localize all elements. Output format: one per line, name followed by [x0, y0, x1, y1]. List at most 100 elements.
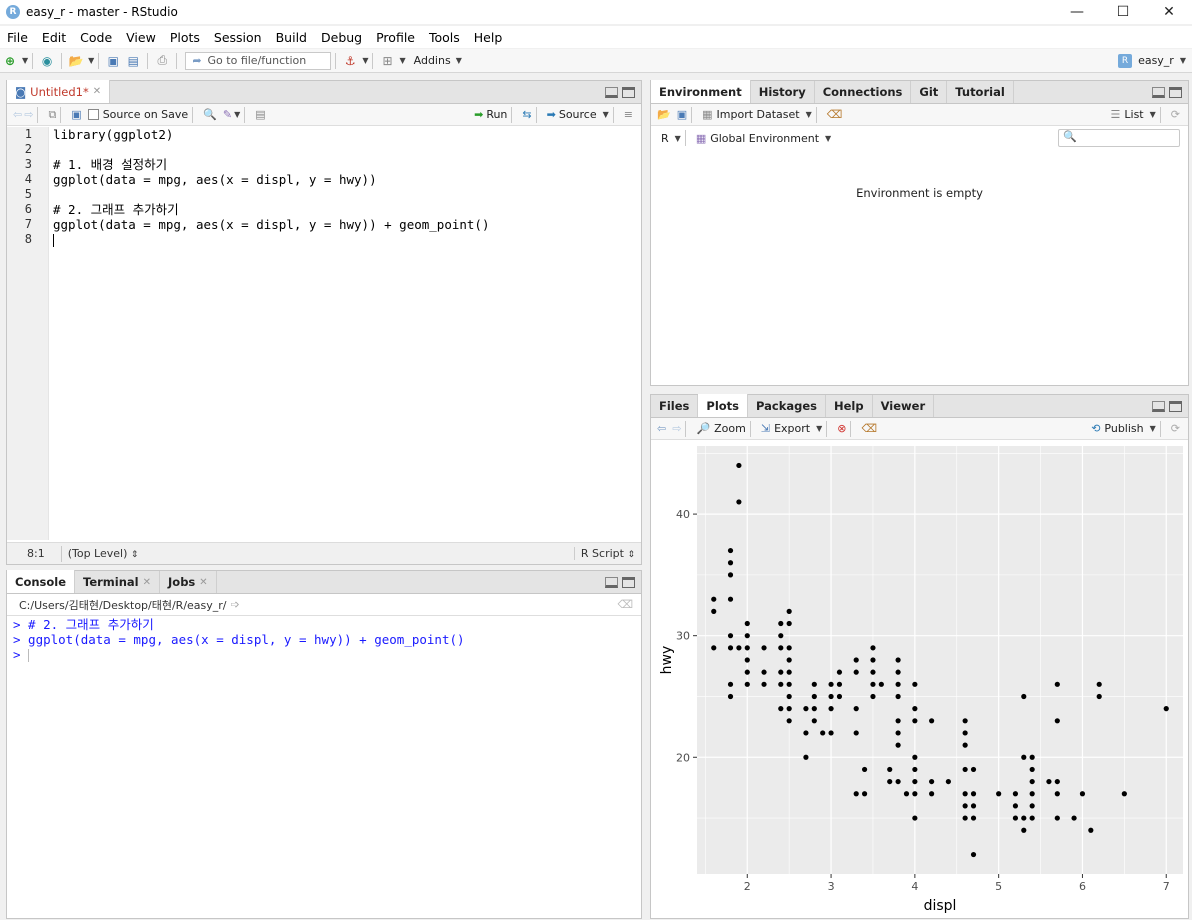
save-workspace-icon[interactable]: ▣ [677, 108, 687, 121]
rerun-icon[interactable]: ⇆ [522, 108, 531, 121]
maximize-button[interactable]: ☐ [1100, 0, 1146, 24]
console-output[interactable]: > # 2. 그래프 추가하기 > ggplot(data = mpg, aes… [13, 617, 635, 662]
tab-console[interactable]: Console [7, 570, 76, 593]
menu-help[interactable]: Help [467, 30, 510, 45]
code-line[interactable]: ggplot(data = mpg, aes(x = displ, y = hw… [51, 217, 641, 232]
menu-session[interactable]: Session [207, 30, 269, 45]
export-button[interactable]: ⇲ Export ▼ [761, 422, 822, 435]
publish-button[interactable]: ⟲ Publish ▼ [1091, 422, 1156, 435]
tab-help[interactable]: Help [826, 395, 873, 417]
tab-history[interactable]: History [751, 81, 815, 103]
save-all-icon[interactable]: ▤ [123, 52, 143, 70]
tab-packages[interactable]: Packages [748, 395, 826, 417]
forward-icon[interactable]: ⇨ [24, 108, 33, 121]
show-in-window-icon[interactable]: ⧉ [48, 108, 56, 122]
maximize-pane-icon[interactable] [1169, 87, 1182, 98]
chevron-down-icon[interactable]: ▼ [456, 56, 462, 65]
addins-button[interactable]: Addins [414, 54, 451, 67]
tab-files[interactable]: Files [651, 395, 699, 417]
menu-build[interactable]: Build [269, 30, 314, 45]
search-icon[interactable]: 🔍 [203, 108, 217, 121]
clear-console-broom-icon[interactable]: ⌫ [617, 598, 633, 611]
code-tools-wand-icon[interactable]: ✎ [223, 108, 232, 121]
language-selector[interactable]: R ▼ [657, 132, 681, 145]
menu-debug[interactable]: Debug [314, 30, 369, 45]
tab-plots[interactable]: Plots [698, 394, 749, 417]
minimize-pane-icon[interactable] [605, 577, 618, 588]
chevron-down-icon[interactable]: ▼ [88, 56, 94, 65]
global-env-selector[interactable]: ▦ Global Environment ▼ [696, 132, 831, 145]
tab-terminal[interactable]: Terminal ✕ [75, 571, 161, 593]
code-line[interactable] [51, 187, 641, 202]
refresh-icon[interactable]: ⟳ [1171, 422, 1180, 435]
close-tab-icon[interactable]: ✕ [143, 577, 151, 588]
tab-viewer[interactable]: Viewer [873, 395, 935, 417]
code-line[interactable]: ggplot(data = mpg, aes(x = displ, y = hw… [51, 172, 641, 187]
remove-plot-icon[interactable]: ⊗ [837, 422, 846, 435]
tab-untitled1[interactable]: ◙ Untitled1* ✕ [7, 80, 111, 103]
minimize-pane-icon[interactable] [605, 87, 618, 98]
maximize-pane-icon[interactable] [1169, 401, 1182, 412]
back-icon[interactable]: ⇦ [13, 108, 22, 121]
run-button[interactable]: ➡ Run [474, 108, 507, 121]
open-folder-icon[interactable]: 📂 [66, 52, 86, 70]
code-line[interactable] [51, 142, 641, 157]
new-file-icon[interactable]: ⊕ [0, 52, 20, 70]
chevron-down-icon[interactable]: ▼ [22, 56, 28, 65]
menu-plots[interactable]: Plots [163, 30, 207, 45]
environment-search-input[interactable]: 🔍 [1058, 129, 1180, 147]
previous-plot-icon[interactable]: ⇦ [657, 422, 666, 435]
goto-file-input[interactable]: ➦ Go to file/function [185, 51, 332, 70]
maximize-pane-icon[interactable] [622, 87, 635, 98]
chevron-down-icon[interactable]: ▼ [399, 56, 405, 65]
clear-plots-broom-icon[interactable]: ⌫ [861, 422, 877, 435]
tab-jobs[interactable]: Jobs ✕ [160, 571, 217, 593]
tab-tutorial[interactable]: Tutorial [947, 81, 1014, 103]
new-project-icon[interactable]: ◉ [37, 52, 57, 70]
clear-broom-icon[interactable]: ⌫ [827, 108, 843, 121]
menu-tools[interactable]: Tools [422, 30, 467, 45]
print-icon[interactable]: ⎙ [152, 52, 172, 70]
file-type-selector[interactable]: R Script ⇕ [573, 547, 635, 560]
save-icon[interactable]: ▣ [71, 108, 81, 121]
code-line[interactable] [51, 232, 641, 247]
zoom-button[interactable]: 🔎 Zoom [696, 422, 745, 435]
minimize-pane-icon[interactable] [1152, 401, 1165, 412]
scope-selector[interactable]: (Top Level) ⇕ [68, 547, 139, 560]
minimize-pane-icon[interactable] [1152, 87, 1165, 98]
code-line[interactable]: # 2. 그래프 추가하기 [51, 202, 641, 217]
load-workspace-icon[interactable]: 📂 [657, 108, 671, 121]
import-dataset-button[interactable]: ▦ Import Dataset ▼ [702, 108, 812, 121]
code-line[interactable]: # 1. 배경 설정하기 [51, 157, 641, 172]
compile-report-icon[interactable]: ▤ [255, 108, 265, 121]
tab-git[interactable]: Git [911, 81, 948, 103]
go-to-directory-icon[interactable]: ➩ [231, 598, 240, 611]
console-prompt[interactable]: > [13, 647, 635, 662]
pane-layout-icon[interactable]: ⊞ [377, 52, 397, 70]
code-line[interactable]: library(ggplot2) [51, 127, 641, 142]
chevron-down-icon[interactable]: ▼ [362, 56, 368, 65]
tab-environment[interactable]: Environment [651, 80, 751, 103]
minimize-button[interactable]: — [1054, 0, 1100, 24]
tab-connections[interactable]: Connections [815, 81, 912, 103]
project-menu[interactable]: R easy_r ▼ [1118, 53, 1186, 68]
menu-code[interactable]: Code [73, 30, 119, 45]
close-button[interactable]: ✕ [1146, 0, 1192, 24]
document-outline-icon[interactable]: ≡ [624, 108, 633, 121]
close-tab-icon[interactable]: ✕ [93, 86, 101, 97]
code-editor[interactable]: library(ggplot2) # 1. 배경 설정하기 ggplot(dat… [51, 127, 641, 247]
list-view-button[interactable]: ☰ List ▼ [1111, 108, 1156, 121]
close-tab-icon[interactable]: ✕ [199, 577, 207, 588]
menu-edit[interactable]: Edit [35, 30, 73, 45]
menu-file[interactable]: File [0, 30, 35, 45]
source-button[interactable]: ➡ Source ▼ [547, 108, 609, 121]
menu-view[interactable]: View [119, 30, 163, 45]
maximize-pane-icon[interactable] [622, 577, 635, 588]
next-plot-icon[interactable]: ⇨ [672, 422, 681, 435]
git-icon[interactable]: ⚓ [340, 52, 360, 70]
menu-profile[interactable]: Profile [369, 30, 422, 45]
refresh-icon[interactable]: ⟳ [1171, 108, 1180, 121]
source-on-save-checkbox[interactable]: Source on Save [87, 108, 188, 121]
save-icon[interactable]: ▣ [103, 52, 123, 70]
chevron-down-icon[interactable]: ▼ [234, 110, 240, 119]
